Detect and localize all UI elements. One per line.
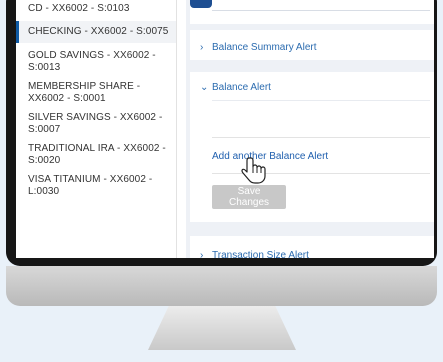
chevron-down-icon: ⌄ (200, 82, 209, 93)
account-item-membership-share[interactable]: MEMBERSHIP SHARE - XX6002 - S:0001 (16, 81, 176, 105)
transaction-size-alert-toggle[interactable]: › Transaction Size Alert (200, 250, 309, 258)
account-item-visa-titanium[interactable]: VISA TITANIUM - XX6002 - L:0030 (16, 174, 176, 198)
account-item-silver-savings[interactable]: SILVER SAVINGS - XX6002 - S:0007 (16, 112, 176, 136)
account-item-checking[interactable]: CHECKING - XX6002 - S:0075 (16, 21, 176, 43)
balance-alert-toggle[interactable]: ⌄ Balance Alert (200, 82, 271, 93)
monitor-stand (148, 306, 296, 350)
account-item-gold-savings[interactable]: GOLD SAVINGS - XX6002 - S:0013 (16, 50, 176, 74)
screen: CD - XX6002 - S:0103 CHECKING - XX6002 -… (16, 0, 434, 258)
monitor-chin (6, 266, 437, 306)
balance-summary-alert-toggle[interactable]: › Balance Summary Alert (200, 42, 317, 53)
account-item-traditional-ira[interactable]: TRADITIONAL IRA - XX6002 - S:0020 (16, 143, 176, 167)
transaction-size-alert-label: Transaction Size Alert (212, 250, 309, 258)
add-balance-alert-link[interactable]: Add another Balance Alert (212, 151, 328, 162)
save-changes-button[interactable]: Save Changes (212, 185, 286, 209)
alerts-panel: › Balance Summary Alert ⌄ Balance Alert … (186, 0, 434, 258)
hand-pointer-cursor-icon (241, 157, 266, 184)
top-badge (190, 0, 212, 8)
account-item-cd[interactable]: CD - XX6002 - S:0103 (16, 3, 176, 15)
account-sidebar: CD - XX6002 - S:0103 CHECKING - XX6002 -… (16, 0, 177, 258)
top-card (190, 0, 434, 24)
chevron-right-icon: › (200, 250, 204, 258)
balance-alert-divider (212, 100, 430, 101)
balance-alert-label: Balance Alert (212, 82, 271, 93)
chevron-right-icon: › (200, 42, 204, 53)
balance-summary-alert-label: Balance Summary Alert (212, 42, 317, 53)
alert-row-divider-top (212, 137, 430, 138)
top-divider (212, 10, 430, 11)
